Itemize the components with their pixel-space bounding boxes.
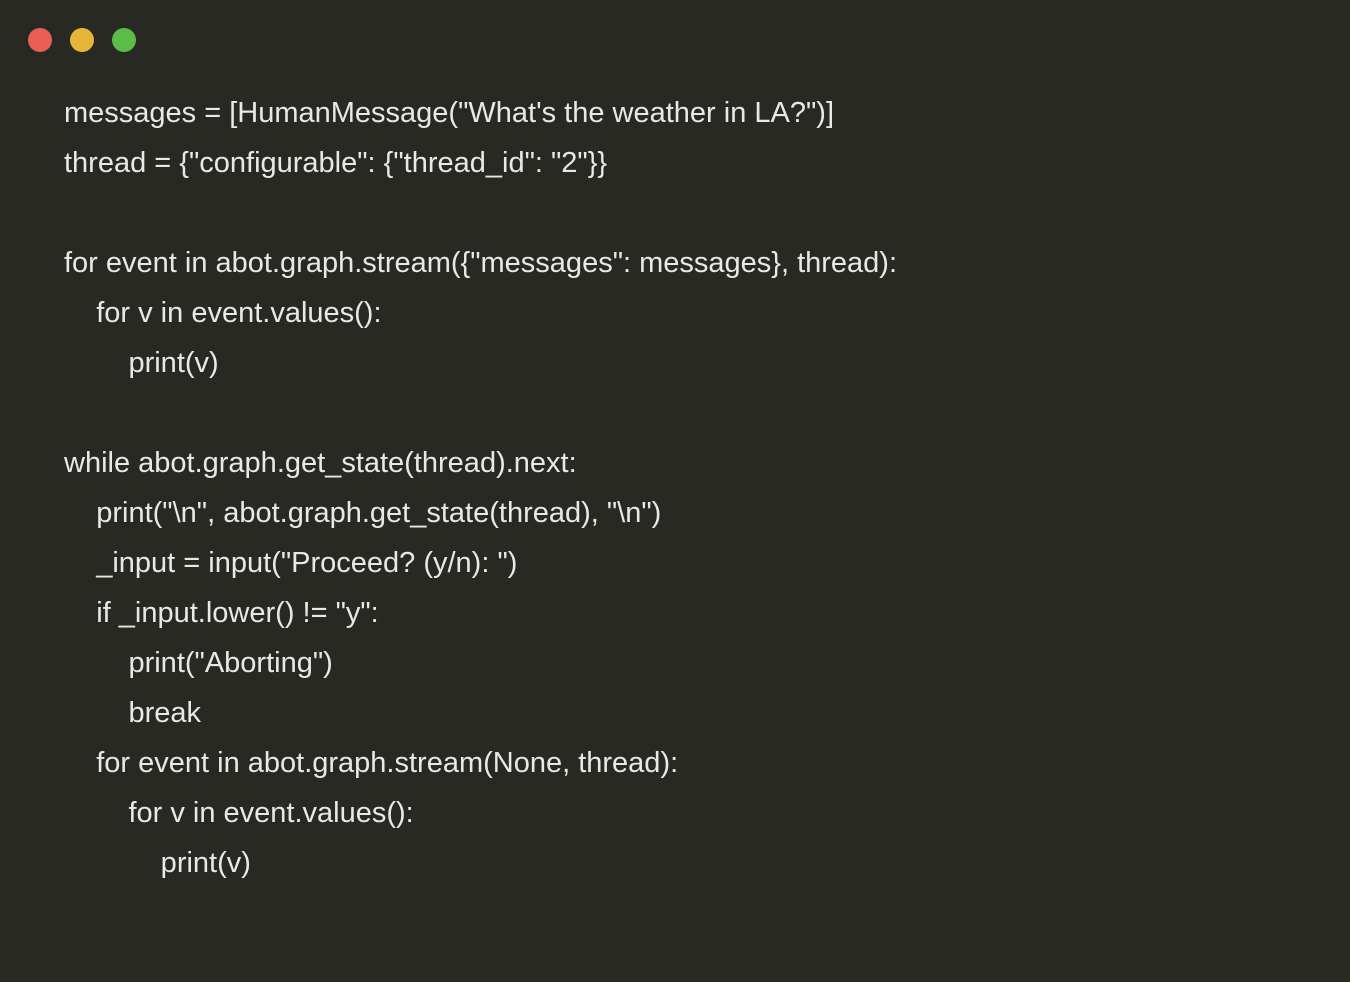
close-icon[interactable]	[28, 28, 52, 52]
code-line: print(v)	[64, 347, 219, 379]
minimize-icon[interactable]	[70, 28, 94, 52]
code-line: while abot.graph.get_state(thread).next:	[64, 447, 577, 479]
code-line: messages = [HumanMessage("What's the wea…	[64, 97, 834, 129]
code-line: for event in abot.graph.stream({"message…	[64, 247, 897, 279]
maximize-icon[interactable]	[112, 28, 136, 52]
code-line: for event in abot.graph.stream(None, thr…	[64, 747, 678, 779]
window-traffic-lights	[28, 28, 136, 52]
code-block: messages = [HumanMessage("What's the wea…	[64, 88, 1310, 888]
code-line: print(v)	[64, 847, 251, 879]
code-line: for v in event.values():	[64, 297, 382, 329]
code-line: _input = input("Proceed? (y/n): ")	[64, 547, 517, 579]
code-line: print("\n", abot.graph.get_state(thread)…	[64, 497, 661, 529]
code-line: if _input.lower() != "y":	[64, 597, 379, 629]
code-line: for v in event.values():	[64, 797, 414, 829]
code-line: print("Aborting")	[64, 647, 333, 679]
code-window: messages = [HumanMessage("What's the wea…	[0, 0, 1350, 982]
code-line: thread = {"configurable": {"thread_id": …	[64, 147, 607, 179]
code-line: break	[64, 697, 201, 729]
